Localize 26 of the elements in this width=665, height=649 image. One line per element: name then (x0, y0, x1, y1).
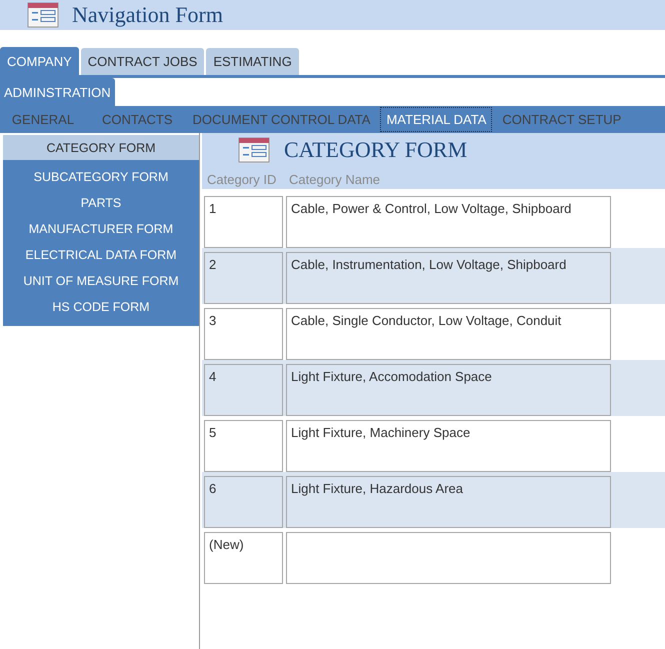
tab[interactable]: CONTRACT JOBS (80, 48, 204, 75)
form-title: CATEGORY FORM (284, 137, 468, 163)
form-icon (238, 137, 270, 163)
tab[interactable]: ESTIMATING (206, 48, 299, 75)
nav-item[interactable]: CATEGORY FORM (3, 135, 199, 160)
tab[interactable]: COMPANY (0, 47, 79, 75)
name-field[interactable]: Cable, Single Conductor, Low Voltage, Conduit (286, 308, 611, 360)
name-field[interactable]: Cable, Power & Control, Low Voltage, Shipboard (286, 196, 611, 248)
id-field[interactable]: 2 (204, 252, 283, 304)
column-header: Category ID (207, 172, 278, 187)
id-field[interactable]: 4 (204, 364, 283, 416)
id-field[interactable]: 1 (204, 196, 283, 248)
id-field[interactable]: (New) (204, 532, 283, 584)
id-field[interactable]: 5 (204, 420, 283, 472)
form-icon (27, 2, 59, 28)
tab[interactable]: ADMINSTRATION (0, 78, 115, 106)
name-field[interactable]: Light Fixture, Machinery Space (286, 420, 611, 472)
id-field[interactable]: 6 (204, 476, 283, 528)
name-field[interactable] (286, 532, 611, 584)
id-field[interactable]: 3 (204, 308, 283, 360)
tab[interactable]: MATERIAL DATA (380, 107, 492, 132)
column-header: Category Name (289, 172, 380, 187)
window-title: Navigation Form (72, 2, 223, 28)
name-field[interactable]: Cable, Instrumentation, Low Voltage, Shipboard (286, 252, 611, 304)
name-field[interactable]: Light Fixture, Hazardous Area (286, 476, 611, 528)
name-field[interactable]: Light Fixture, Accomodation Space (286, 364, 611, 416)
